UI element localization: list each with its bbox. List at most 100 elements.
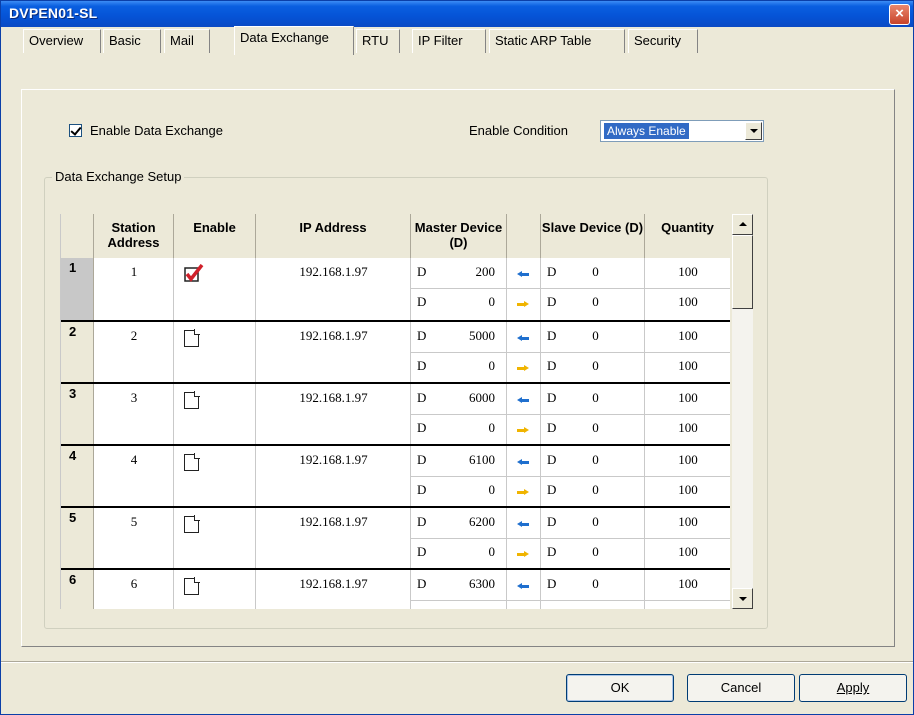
unchecked-enable-icon[interactable]: [184, 515, 200, 533]
table-row[interactable]: 4 4 192.168.1.97 D 6100 D 0 100 D 0 D 0 100: [61, 444, 730, 508]
slave-device-address-cell: 0: [592, 390, 599, 405]
unchecked-enable-icon[interactable]: [184, 391, 200, 409]
checkbox-checked-icon[interactable]: [69, 123, 82, 137]
title-bar[interactable]: DVPEN01-SL ×: [1, 1, 913, 27]
header-station-address: Station Address: [94, 214, 174, 258]
tab-basic[interactable]: Basic: [103, 29, 161, 53]
grid-line: [411, 600, 730, 601]
quantity-cell: 100: [678, 264, 698, 279]
arrow-left-icon: [517, 583, 529, 590]
master-device-type-cell: D: [417, 514, 427, 529]
master-device-address-cell: 0: [488, 294, 496, 309]
enable-condition-label: Enable Condition: [469, 123, 569, 138]
slave-device-type-cell: D: [547, 264, 557, 279]
quantity-cell: 100: [678, 576, 698, 591]
row-number[interactable]: 4: [61, 446, 94, 508]
slave-device-type-cell: D: [547, 482, 557, 497]
master-device-type-cell: D: [417, 576, 427, 591]
window-title: DVPEN01-SL: [9, 5, 98, 21]
scroll-up-icon[interactable]: [732, 214, 753, 235]
row-number[interactable]: 5: [61, 508, 94, 570]
checked-enable-icon[interactable]: [184, 264, 204, 282]
row-number[interactable]: 3: [61, 384, 94, 446]
tab-rtu[interactable]: RTU: [356, 29, 400, 53]
tab-static-arp-table[interactable]: Static ARP Table: [489, 29, 625, 53]
grid-line: [506, 384, 507, 446]
tab-label: Data Exchange: [240, 30, 329, 45]
station-address-cell: 3: [130, 390, 138, 405]
arrow-left-icon: [517, 271, 529, 278]
master-device-address-cell: 6200: [469, 514, 495, 529]
ip-address-cell: 192.168.1.97: [299, 390, 368, 405]
ip-address-cell: 192.168.1.97: [299, 452, 368, 467]
header-ip-address: IP Address: [256, 214, 411, 258]
row-number[interactable]: 6: [61, 570, 94, 609]
arrow-right-icon: [517, 301, 529, 308]
table-row[interactable]: 2 2 192.168.1.97 D 5000 D 0 100 D 0 D 0 100: [61, 320, 730, 384]
arrow-left-icon: [517, 459, 529, 466]
station-address-cell: 4: [130, 452, 138, 467]
dialog-window: DVPEN01-SL × Overview Basic Mail Data Ex…: [0, 0, 914, 715]
tab-data-exchange[interactable]: Data Exchange: [234, 26, 354, 55]
table-row[interactable]: 5 5 192.168.1.97 D 6200 D 0 100 D 0 D 0 100: [61, 506, 730, 570]
tab-security[interactable]: Security: [628, 29, 698, 53]
quantity-cell: 100: [678, 358, 698, 373]
grid-line: [540, 322, 541, 384]
table-row[interactable]: 1 1 192.168.1.97 D 200 D 0 100 D 0 D 0 100: [61, 258, 730, 320]
row-number[interactable]: 1: [61, 258, 94, 320]
grid-line: [540, 446, 541, 508]
master-device-address-cell: 0: [488, 544, 496, 559]
grid-line: [411, 288, 730, 289]
table-row[interactable]: 6 6 192.168.1.97 D 6300 D 0 100: [61, 568, 730, 609]
quantity-cell: 100: [678, 420, 698, 435]
ok-button[interactable]: OK: [566, 674, 674, 702]
grid-line: [411, 538, 730, 539]
slave-device-type-cell: D: [547, 544, 557, 559]
unchecked-enable-icon[interactable]: [184, 329, 200, 347]
grid-line: [411, 476, 730, 477]
tab-mail[interactable]: Mail: [164, 29, 210, 53]
cancel-button[interactable]: Cancel: [687, 674, 795, 702]
scroll-thumb[interactable]: [732, 235, 753, 309]
footer-separator: [1, 661, 913, 663]
quantity-cell: 100: [678, 294, 698, 309]
tab-label: Mail: [170, 33, 194, 48]
slave-device-type-cell: D: [547, 452, 557, 467]
quantity-cell: 100: [678, 544, 698, 559]
slave-device-address-cell: 0: [592, 576, 599, 591]
table-row[interactable]: 3 3 192.168.1.97 D 6000 D 0 100 D 0 D 0 100: [61, 382, 730, 446]
scroll-down-icon[interactable]: [732, 588, 753, 609]
apply-label: Apply: [836, 680, 870, 695]
header-direction: [507, 214, 541, 258]
grid-line: [506, 508, 507, 570]
arrow-right-icon: [517, 365, 529, 372]
grid-line: [540, 508, 541, 570]
enable-condition-select[interactable]: Always Enable: [600, 120, 764, 142]
ip-address-cell: 192.168.1.97: [299, 514, 368, 529]
grid-line: [506, 258, 507, 320]
grid-scrollbar[interactable]: [732, 214, 753, 609]
arrow-left-icon: [517, 521, 529, 528]
close-icon[interactable]: ×: [889, 4, 910, 25]
grid-line: [506, 322, 507, 384]
master-device-address-cell: 6100: [469, 452, 495, 467]
grid-line: [540, 570, 541, 609]
slave-device-type-cell: D: [547, 358, 557, 373]
header-quantity: Quantity: [645, 214, 730, 258]
enable-data-exchange-checkbox[interactable]: Enable Data Exchange: [69, 121, 223, 139]
unchecked-enable-icon[interactable]: [184, 577, 200, 595]
master-device-type-cell: D: [417, 452, 427, 467]
master-device-address-cell: 6300: [469, 576, 495, 591]
grid-line: [411, 352, 730, 353]
tab-label: RTU: [362, 33, 389, 48]
chevron-down-icon[interactable]: [745, 122, 762, 140]
apply-button[interactable]: Apply: [799, 674, 907, 702]
row-number[interactable]: 2: [61, 322, 94, 384]
tab-overview[interactable]: Overview: [23, 29, 101, 53]
quantity-cell: 100: [678, 390, 698, 405]
unchecked-enable-icon[interactable]: [184, 453, 200, 471]
station-address-cell: 2: [130, 328, 138, 343]
data-exchange-grid[interactable]: Station Address Enable IP Address Master…: [60, 214, 730, 609]
tab-ip-filter[interactable]: IP Filter: [412, 29, 486, 53]
grid-line: [506, 446, 507, 508]
